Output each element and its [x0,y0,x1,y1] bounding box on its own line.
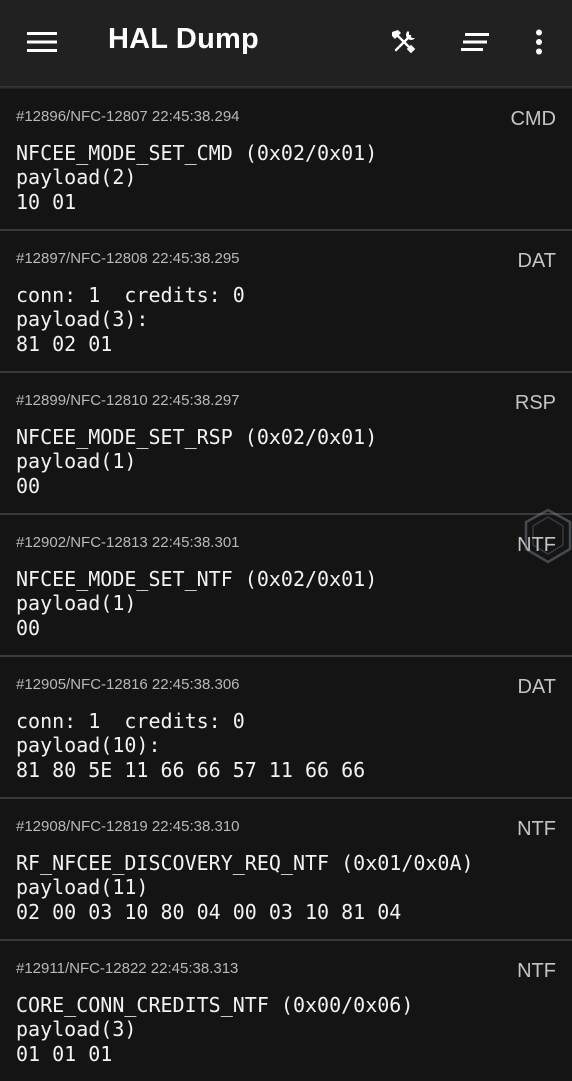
entry-meta: #12897/NFC-12808 22:45:38.295 [16,250,240,267]
entry-type-badge: DAT [517,676,556,698]
more-vertical-icon [536,29,542,55]
entry-type-badge: DAT [517,250,556,272]
menu-button[interactable] [14,18,70,66]
hammer-wrench-icon [392,30,416,54]
entry-line: conn: 1 credits: 0 [16,283,245,307]
entry-line: conn: 1 credits: 0 [16,709,245,733]
entry-line: NFCEE_MODE_SET_NTF (0x02/0x01) [16,567,378,591]
list-item[interactable]: #12911/NFC-12822 22:45:38.313 NTF CORE_C… [0,941,572,1081]
entry-line: payload(3) [16,1017,137,1042]
page-title: HAL Dump [108,23,259,55]
list-item[interactable]: #12899/NFC-12810 22:45:38.297 RSP NFCEE_… [0,373,572,515]
entry-type-badge: NTF [517,960,556,982]
entry-meta: #12911/NFC-12822 22:45:38.313 [16,960,239,977]
entry-type-badge: NTF [517,818,556,840]
entry-line: payload(1) [16,591,137,616]
entry-meta: #12902/NFC-12813 22:45:38.301 [16,534,240,551]
more-options-button[interactable] [515,18,563,66]
list-item[interactable]: #12905/NFC-12816 22:45:38.306 DAT conn: … [0,657,572,799]
entry-line: RF_NFCEE_DISCOVERY_REQ_NTF (0x01/0x0A) [16,851,474,875]
entry-line: NFCEE_MODE_SET_CMD (0x02/0x01) [16,141,378,165]
entry-line: payload(3): [16,307,149,332]
entry-line: 01 01 01 [16,1041,113,1066]
entry-meta: #12899/NFC-12810 22:45:38.297 [16,392,240,409]
sort-lines-icon [461,33,489,51]
entry-body: NFCEE_MODE_SET_CMD (0x02/0x01) payload(2)… [16,141,377,214]
list-item[interactable]: #12908/NFC-12819 22:45:38.310 NTF RF_NFC… [0,799,572,941]
entry-line: CORE_CONN_CREDITS_NTF (0x00/0x06) [16,993,414,1017]
entry-meta: #12905/NFC-12816 22:45:38.306 [16,676,240,693]
entry-line: payload(1) [16,449,137,474]
entry-line: 10 01 [16,189,77,214]
entry-line: 02 00 03 10 80 04 00 03 10 81 04 [16,899,402,924]
tools-button[interactable] [380,18,428,66]
floating-overlay-button[interactable] [522,507,572,565]
entry-line: payload(10): [16,733,161,758]
entry-type-badge: RSP [514,392,556,414]
app-bar: HAL Dump [0,0,572,86]
entry-body: NFCEE_MODE_SET_RSP (0x02/0x01) payload(1)… [16,425,377,498]
entry-line: NFCEE_MODE_SET_RSP (0x02/0x01) [16,425,378,449]
entry-line: payload(11) [16,875,149,900]
list-item[interactable]: #12896/NFC-12807 22:45:38.294 CMD NFCEE_… [0,89,572,231]
entry-meta: #12896/NFC-12807 22:45:38.294 [16,108,240,125]
entry-line: payload(2) [16,165,137,190]
hamburger-menu-icon [27,32,57,52]
entry-body: conn: 1 credits: 0 payload(3): 81 02 01 [16,283,245,356]
hexagon-cube-icon [524,508,572,564]
entry-line: 00 [16,615,41,640]
entry-line: 00 [16,473,41,498]
sort-button[interactable] [452,18,500,66]
list-item[interactable]: #12897/NFC-12808 22:45:38.295 DAT conn: … [0,231,572,373]
list-item[interactable]: #12902/NFC-12813 22:45:38.301 NTF NFCEE_… [0,515,572,657]
entry-body: conn: 1 credits: 0 payload(10): 81 80 5E 1… [16,709,365,782]
entry-line: 81 02 01 [16,331,113,356]
entry-body: CORE_CONN_CREDITS_NTF (0x00/0x06) payload… [16,993,413,1066]
entry-line: 81 80 5E 11 66 66 57 11 66 66 [16,757,366,782]
entry-body: RF_NFCEE_DISCOVERY_REQ_NTF (0x01/0x0A) pa… [16,851,474,924]
entry-meta: #12908/NFC-12819 22:45:38.310 [16,818,240,835]
hal-dump-list[interactable]: #12896/NFC-12807 22:45:38.294 CMD NFCEE_… [0,89,572,1081]
entry-body: NFCEE_MODE_SET_NTF (0x02/0x01) payload(1)… [16,567,377,640]
entry-type-badge: CMD [510,108,556,130]
